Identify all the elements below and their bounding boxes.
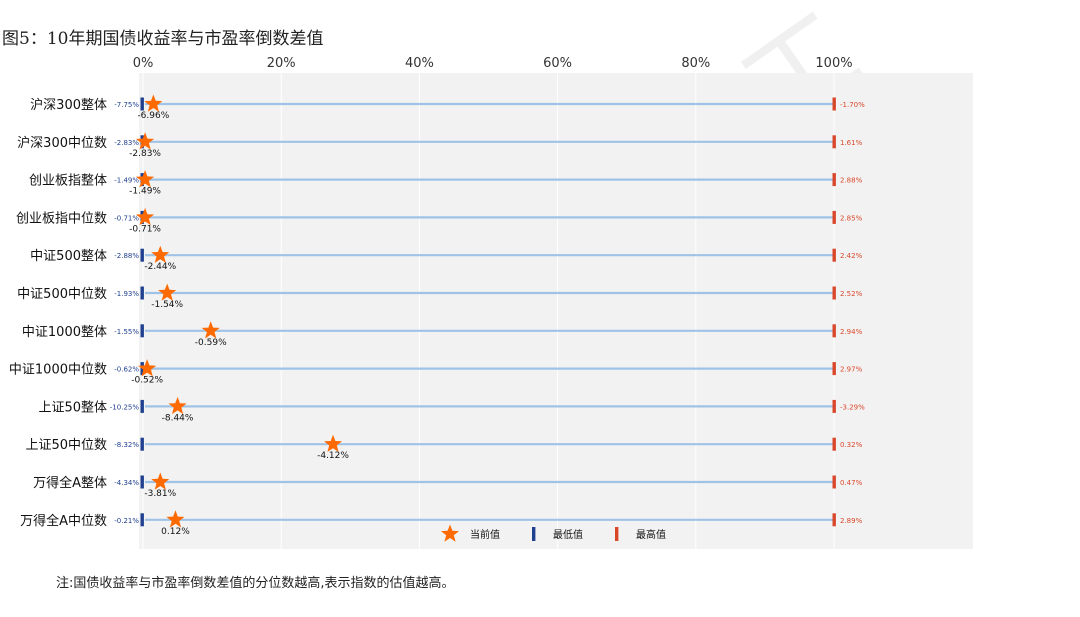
min-value-label: -7.75%	[114, 101, 139, 109]
category-label: 上证50中位数	[25, 438, 107, 453]
x-tick-label: 40%	[405, 56, 434, 71]
current-value-label: -4.12%	[317, 451, 349, 461]
chart: 0% 20% 40% 60% 80% 100% 沪深300整体 -7.75% -1.70% -6.…	[9, 56, 973, 549]
min-marker	[140, 248, 144, 262]
category-label: 中证500整体	[30, 249, 107, 264]
legend-max-label: 最高值	[636, 528, 666, 541]
max-value-label: 2.88%	[840, 177, 863, 185]
max-marker	[832, 286, 836, 300]
max-marker	[832, 399, 836, 413]
max-marker	[832, 97, 836, 111]
min-value-label: -4.34%	[114, 479, 139, 487]
x-tick-label: 0%	[133, 56, 154, 71]
legend-max-icon	[615, 527, 619, 541]
x-tick-label: 60%	[543, 56, 572, 71]
min-value-label: -1.93%	[114, 290, 139, 298]
current-value-label: -2.44%	[144, 262, 176, 272]
min-marker	[140, 437, 144, 451]
category-label: 创业板指整体	[29, 174, 107, 189]
min-value-label: -2.88%	[114, 252, 139, 260]
category-label: 沪深300中位数	[17, 135, 107, 151]
current-value-label: -6.96%	[137, 111, 169, 121]
min-value-label: -0.62%	[114, 366, 139, 374]
category-label: 万得全A整体	[33, 475, 107, 491]
x-tick-label: 80%	[681, 56, 710, 71]
max-value-label: 0.32%	[840, 441, 863, 449]
max-marker	[832, 362, 836, 376]
min-marker	[140, 513, 144, 527]
category-label: 创业板指中位数	[16, 211, 107, 226]
category-label: 中证1000中位数	[9, 363, 107, 378]
current-value-label: -2.83%	[129, 149, 161, 159]
min-value-label: -8.32%	[114, 441, 139, 449]
figure-note: 注:国债收益率与市盈率倒数差值的分位数越高,表示指数的估值越高。	[56, 576, 455, 591]
legend-min-label: 最低值	[553, 528, 583, 541]
current-value-label: -0.52%	[131, 376, 163, 386]
current-value-label: -0.59%	[195, 338, 227, 348]
max-value-label: 2.52%	[840, 290, 863, 298]
current-value-label: -1.54%	[151, 300, 183, 310]
current-value-label: -3.81%	[144, 489, 176, 499]
max-value-label: 1.61%	[840, 139, 863, 147]
current-value-label: 0.12%	[161, 527, 190, 537]
max-marker	[832, 324, 836, 338]
min-value-label: -1.49%	[114, 177, 139, 185]
max-marker	[832, 437, 836, 451]
current-value-label: -1.49%	[129, 187, 161, 197]
x-tick-label: 100%	[815, 56, 852, 71]
category-label: 上证50整体	[38, 400, 107, 415]
max-marker	[832, 513, 836, 527]
min-marker	[140, 324, 144, 338]
x-tick-label: 20%	[267, 56, 296, 71]
category-label: 万得全A中位数	[20, 513, 107, 529]
min-value-label: -1.55%	[114, 328, 139, 336]
max-value-label: 2.42%	[840, 252, 863, 260]
current-value-label: -0.71%	[129, 224, 161, 234]
min-value-label: -0.71%	[114, 214, 139, 222]
max-value-label: 2.89%	[840, 517, 863, 525]
current-value-label: -8.44%	[162, 413, 194, 423]
max-marker	[832, 210, 836, 224]
max-marker	[832, 248, 836, 262]
max-value-label: -3.29%	[840, 403, 865, 411]
category-label: 中证1000整体	[22, 325, 107, 340]
min-marker	[140, 286, 144, 300]
legend-current-label: 当前值	[470, 528, 500, 541]
min-value-label: -0.21%	[114, 517, 139, 525]
max-value-label: 2.94%	[840, 328, 863, 336]
max-value-label: -1.70%	[840, 101, 865, 109]
min-value-label: -2.83%	[114, 139, 139, 147]
min-marker	[140, 97, 144, 111]
min-marker	[140, 475, 144, 489]
category-label: 沪深300整体	[30, 97, 107, 113]
max-value-label: 2.85%	[840, 214, 863, 222]
max-marker	[832, 135, 836, 149]
max-value-label: 2.97%	[840, 366, 863, 374]
legend-min-icon	[532, 527, 536, 541]
category-label: 中证500中位数	[17, 287, 107, 302]
min-marker	[140, 399, 144, 413]
max-marker	[832, 173, 836, 187]
max-marker	[832, 475, 836, 489]
max-value-label: 0.47%	[840, 479, 863, 487]
min-value-label: -10.25%	[110, 403, 140, 411]
